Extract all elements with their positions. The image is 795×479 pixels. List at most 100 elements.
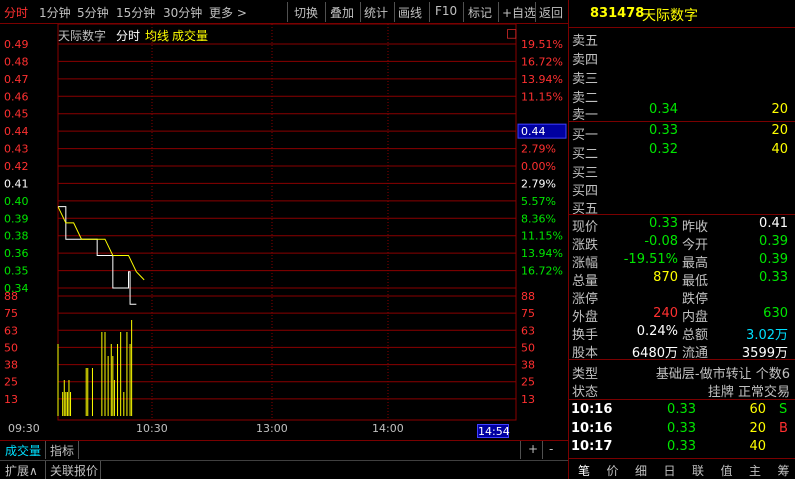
price-tick-label: 0.49 (4, 38, 29, 51)
period-tab-15min[interactable]: 15分钟 (116, 4, 155, 21)
tab-volume[interactable]: 成交量 (5, 442, 41, 459)
tick-volume: 20 (749, 421, 766, 436)
pct-tick-label: 19.51% (521, 38, 563, 51)
price-tick-label: 0.47 (4, 73, 29, 86)
indicator-tab-row: 成交量 指标 + - (0, 440, 568, 459)
stat-value: 240 (653, 306, 678, 321)
volume-tick-label: 13 (4, 393, 18, 406)
extension-tab-row: 扩展∧ 关联报价 (0, 460, 568, 479)
pct-tick-label: 16.72% (521, 55, 563, 68)
tab-related-quotes[interactable]: 关联报价 (50, 462, 98, 479)
zoom-out-button[interactable]: - (549, 442, 553, 456)
chart-stock-name: 天际数字 (58, 29, 107, 43)
zoom-in-button[interactable]: + (528, 442, 538, 456)
stat-value: 0.33 (759, 270, 788, 285)
stat-label: 涨幅 (572, 256, 599, 271)
volume-tick-label: 25 (4, 376, 18, 389)
volume-tick-label: 88 (4, 290, 18, 303)
price-tick-label: 0.41 (4, 177, 29, 190)
period-tab-intraday[interactable]: 分时 (4, 4, 28, 21)
intraday-chart[interactable]: 0.49 19.51% 0.48 16.72% 0.47 13.94% 0.46 11.15%… (0, 24, 568, 440)
tab-divider (78, 441, 79, 459)
add-watchlist-button[interactable]: +自选 (502, 4, 536, 21)
pct-tick-label: 11.15% (521, 230, 563, 243)
current-time-tag: 14:54 (477, 424, 510, 438)
tab-indicator[interactable]: 指标 (50, 442, 74, 459)
mark-button[interactable]: 标记 (468, 4, 492, 21)
volume-tick-label: 75 (4, 307, 18, 320)
stats-button[interactable]: 统计 (364, 4, 388, 21)
tab-divider (45, 441, 46, 459)
right-tab[interactable]: 细 (628, 462, 654, 479)
period-tab-30min[interactable]: 30分钟 (163, 4, 202, 21)
bid-1-price: 0.33 (649, 123, 678, 138)
toolbar-divider (287, 2, 288, 22)
pct-tick-label: 13.94% (521, 73, 563, 86)
stat-label: 最低 (682, 274, 709, 289)
time-tick-label: 14:00 (372, 422, 404, 435)
draw-line-button[interactable]: 画线 (398, 4, 422, 21)
chart-corner-box[interactable]: □ (506, 26, 517, 40)
ask-bid-divider (568, 121, 795, 122)
bid-2-volume: 40 (771, 142, 788, 157)
stat-label: 昨收 (682, 220, 709, 235)
tick-time: 10:17 (571, 439, 613, 454)
right-tab[interactable]: 主 (742, 462, 768, 479)
period-tab-1min[interactable]: 1分钟 (39, 4, 71, 21)
overlay-button[interactable]: 叠加 (330, 4, 354, 21)
stat-label: 总量 (572, 274, 599, 289)
right-tab[interactable]: 值 (714, 462, 740, 479)
info-divider (568, 399, 795, 400)
tick-time: 10:16 (571, 421, 613, 436)
time-tick-label: 10:30 (136, 422, 168, 435)
right-tab[interactable]: 筹 (771, 462, 795, 479)
price-tick-label: 0.39 (4, 212, 29, 225)
stat-value: -0.08 (644, 234, 678, 249)
stat-value: 0.39 (759, 252, 788, 267)
stat-value: -19.51% (623, 252, 678, 267)
type-value: 基础层-做市转让 个数6 (655, 367, 790, 382)
right-tab[interactable]: 日 (657, 462, 683, 479)
avg-line (57, 206, 145, 281)
back-button[interactable]: 返回 (539, 4, 563, 21)
volume-tick-label-right: 50 (521, 341, 535, 354)
pct-tick-label: 2.79% (521, 143, 556, 156)
quote-header: 831478 天际数字 (568, 0, 795, 28)
stat-label: 涨跌 (572, 238, 599, 253)
toolbar-divider (498, 2, 499, 22)
status-label: 状态 (572, 385, 599, 400)
stat-value: 0.33 (649, 216, 678, 231)
pct-tick-label: 11.15% (521, 90, 563, 103)
right-tab[interactable]: 笔 (571, 462, 597, 479)
ask-1-volume: 20 (771, 102, 788, 117)
price-tick-label: 0.45 (4, 108, 29, 121)
stock-name: 天际数字 (642, 8, 698, 24)
ask-1-price: 0.34 (649, 102, 678, 117)
stat-value: 630 (763, 306, 788, 321)
period-more-dropdown[interactable]: 更多 > (209, 4, 247, 21)
order-book-divider (568, 214, 795, 215)
right-tab[interactable]: 价 (600, 462, 626, 479)
price-tick-label: 0.43 (4, 143, 29, 156)
f10-button[interactable]: F10 (435, 4, 457, 18)
ask-3-label: 卖三 (572, 72, 599, 87)
pct-tick-label: 2.79% (521, 177, 556, 190)
time-tick-label: 09:30 (8, 422, 40, 435)
stat-label: 总额 (682, 328, 709, 343)
pct-tick-label: 16.72% (521, 265, 563, 278)
tick-price: 0.33 (667, 439, 696, 454)
period-tab-5min[interactable]: 5分钟 (77, 4, 109, 21)
bid-1-label: 买一 (572, 128, 599, 143)
stat-label: 流通 (682, 346, 709, 361)
bottom-bar: 成交量 指标 + - 扩展∧ 关联报价 (0, 440, 568, 479)
chart-svg: 0.49 19.51% 0.48 16.72% 0.47 13.94% 0.46 11.15%… (4, 24, 567, 435)
switch-button[interactable]: 切换 (294, 4, 318, 21)
stat-label: 内盘 (682, 310, 709, 325)
price-tick-label: 0.40 (4, 195, 29, 208)
tab-expand[interactable]: 扩展∧ (5, 462, 38, 479)
stat-label: 外盘 (572, 310, 599, 325)
right-tab[interactable]: 联 (685, 462, 711, 479)
stock-code: 831478 (590, 6, 645, 21)
avg-line-legend: 均线 (145, 29, 170, 43)
type-label: 类型 (572, 367, 599, 382)
